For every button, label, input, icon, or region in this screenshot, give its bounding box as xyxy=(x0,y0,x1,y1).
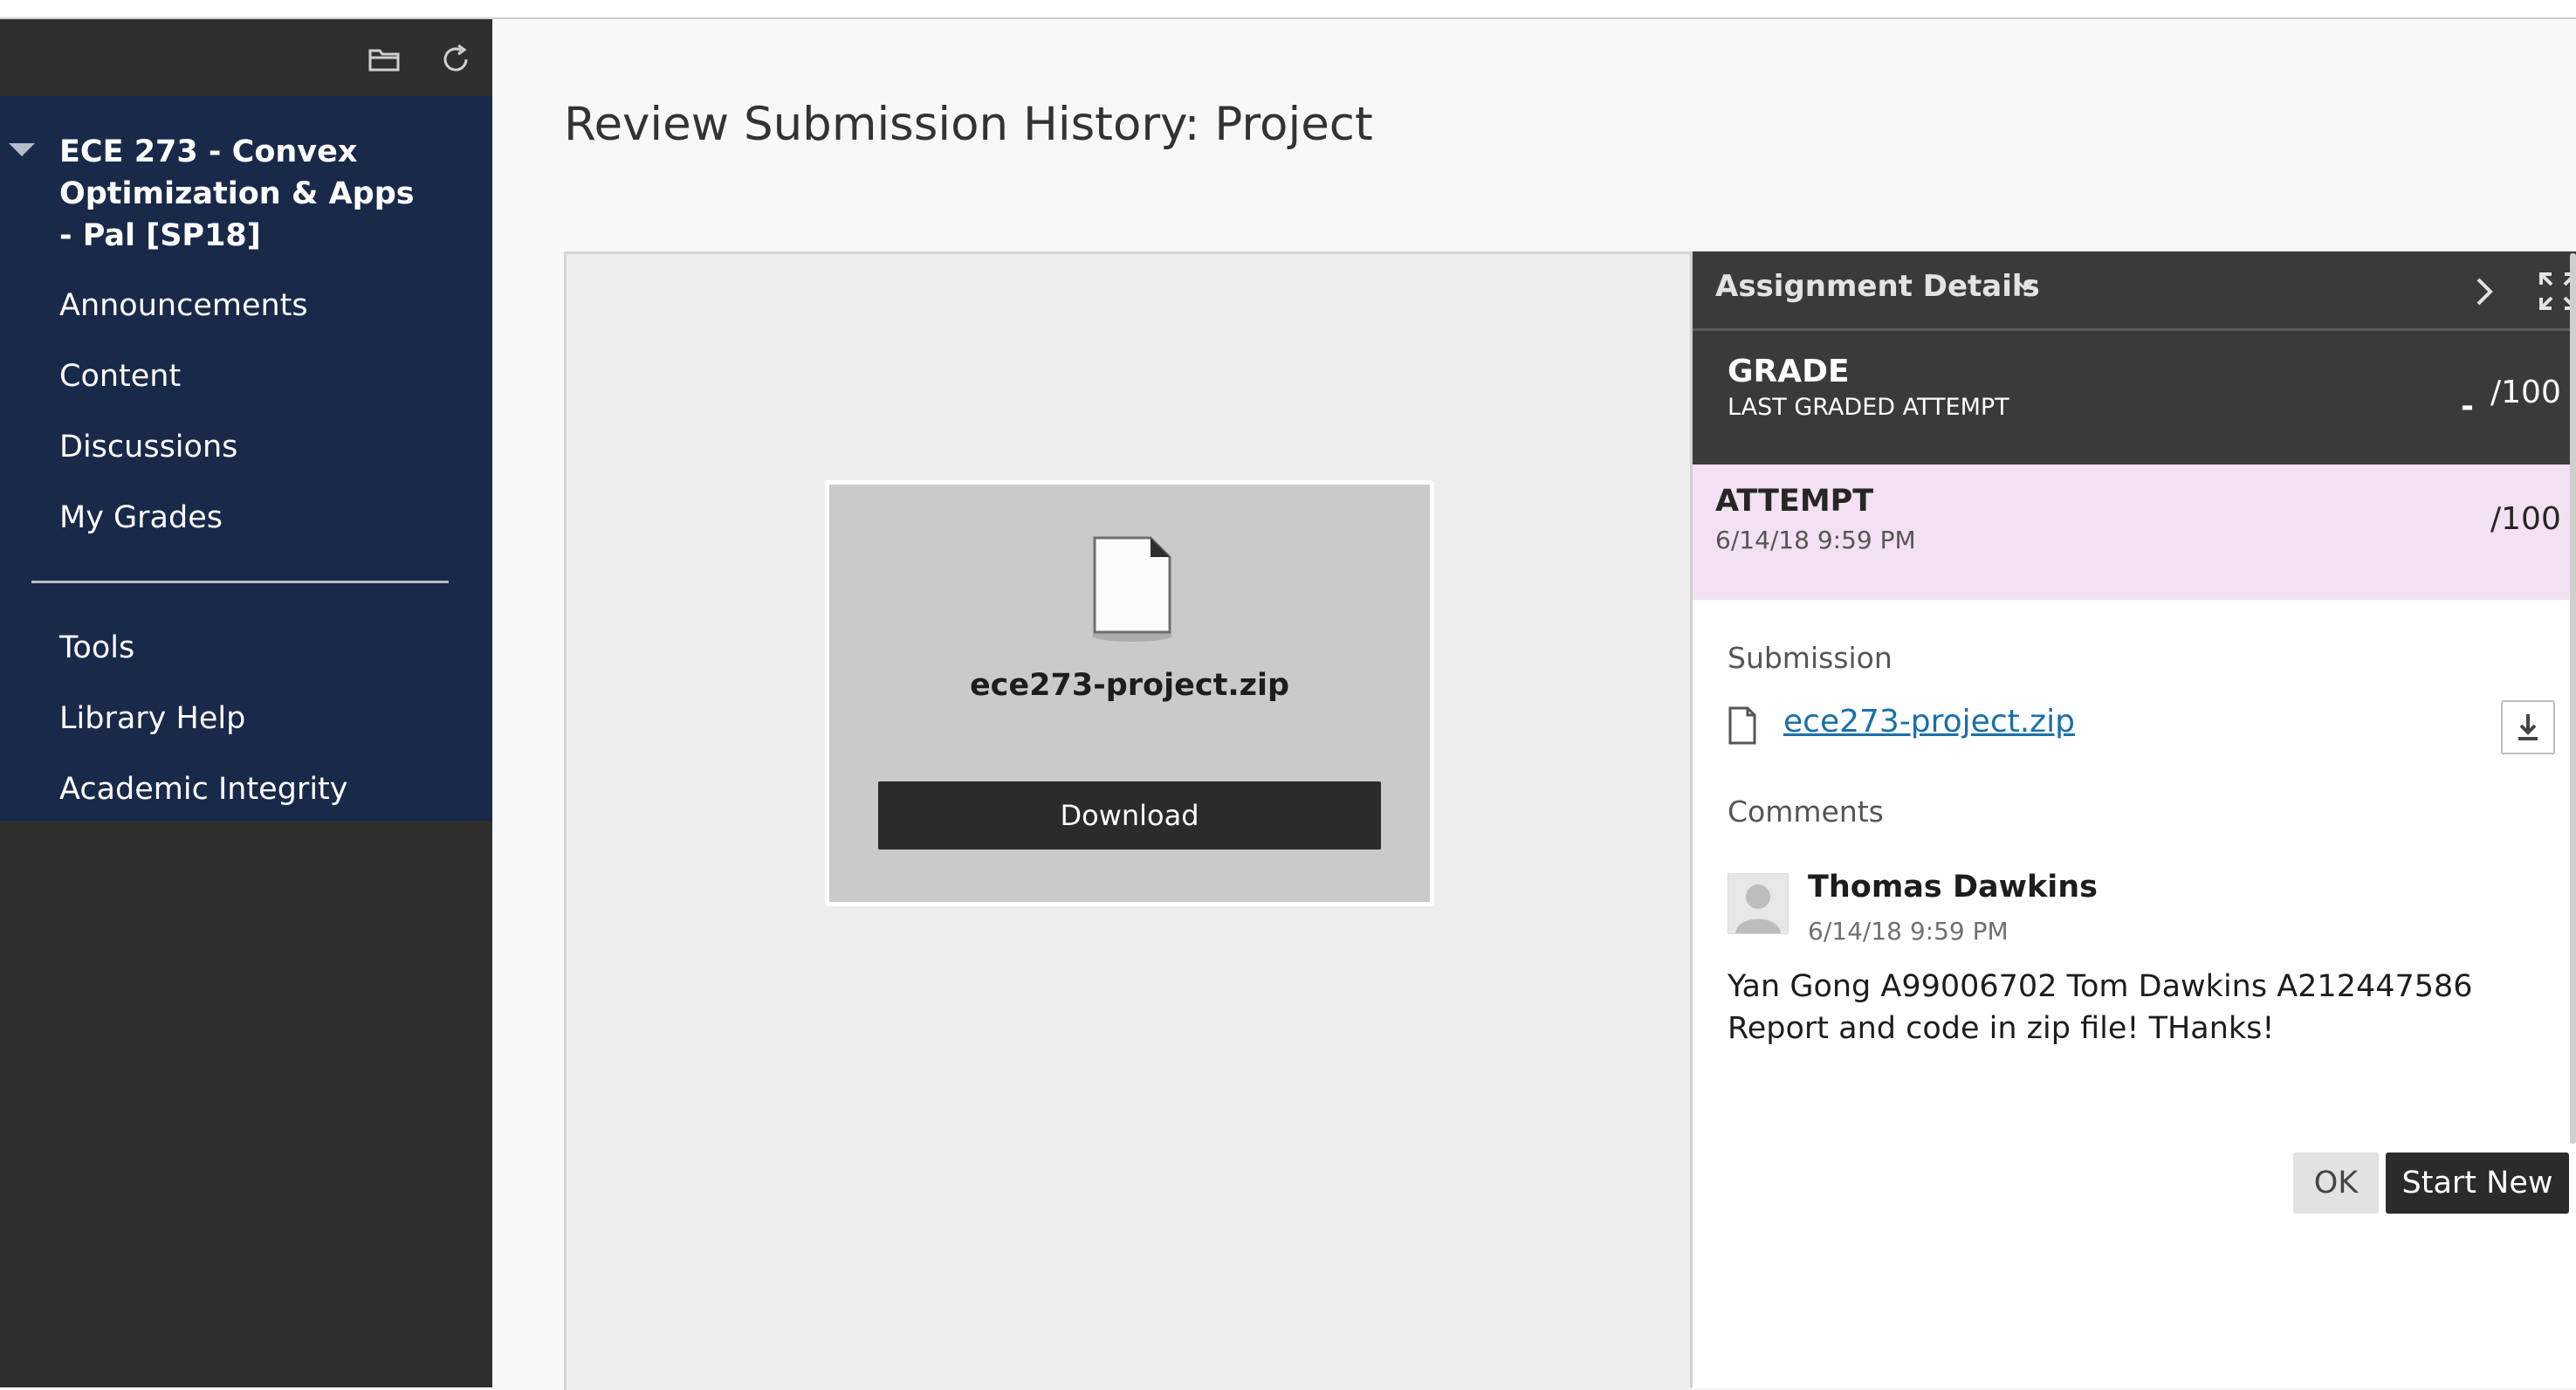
comment-date: 6/14/18 9:59 PM xyxy=(1808,917,2009,946)
grade-section: GRADE LAST GRADED ATTEMPT - /100 xyxy=(1693,331,2576,464)
start-new-button[interactable]: Start New xyxy=(2386,1153,2569,1214)
course-menu: ECE 273 - Convex Optimization & Apps - P… xyxy=(0,96,492,821)
sidebar-item-library-help[interactable]: Library Help xyxy=(59,698,245,740)
download-button[interactable]: Download xyxy=(878,781,1381,850)
top-bar xyxy=(0,0,2576,19)
collapse-caret-icon[interactable] xyxy=(9,143,35,156)
document-icon xyxy=(1084,533,1180,646)
attempt-out-of: /100 xyxy=(2490,501,2561,537)
comment-text: Yan Gong A99006702 Tom Dawkins A21244758… xyxy=(1728,969,2473,1046)
sidebar-item-discussions[interactable]: Discussions xyxy=(59,426,237,468)
grade-label: GRADE xyxy=(1728,354,1850,389)
refresh-icon[interactable] xyxy=(436,40,475,79)
details-header: Assignment Details xyxy=(1693,251,2576,331)
submission-file-link[interactable]: ece273-project.zip xyxy=(1783,704,2075,740)
download-icon[interactable] xyxy=(2501,700,2555,754)
grade-out-of: /100 xyxy=(2490,375,2561,410)
comment-author: Thomas Dawkins xyxy=(1808,870,2098,905)
avatar xyxy=(1728,873,1789,934)
attempt-row[interactable]: ATTEMPT 6/14/18 9:59 PM /100 xyxy=(1693,464,2576,600)
chevron-right-icon[interactable] xyxy=(2470,272,2499,311)
ok-button[interactable]: OK xyxy=(2293,1153,2379,1214)
sidebar-item-academic-integrity[interactable]: Academic Integrity xyxy=(59,768,347,810)
course-title[interactable]: ECE 273 - Convex Optimization & Apps - P… xyxy=(59,131,435,257)
submission-label: Submission xyxy=(1728,641,1893,675)
assignment-details-panel: Assignment Details GRADE LAST GRADED ATT… xyxy=(1690,251,2576,1387)
sidebar-item-announcements[interactable]: Announcements xyxy=(59,285,308,327)
course-sidebar: ECE 273 - Convex Optimization & Apps - P… xyxy=(0,19,492,1387)
sidebar-item-tools[interactable]: Tools xyxy=(59,627,134,669)
file-card: ece273-project.zip Download xyxy=(825,480,1434,906)
chevron-down-icon[interactable] xyxy=(2014,274,2037,297)
attempt-label: ATTEMPT xyxy=(1715,484,1874,519)
details-title[interactable]: Assignment Details xyxy=(1715,269,2040,304)
folder-icon[interactable] xyxy=(365,40,403,79)
sidebar-item-my-grades[interactable]: My Grades xyxy=(59,497,223,539)
comments-label: Comments xyxy=(1728,795,1884,829)
menu-divider xyxy=(31,581,449,583)
file-icon xyxy=(1728,705,1757,746)
page-title: Review Submission History: Project xyxy=(564,98,1373,151)
sidebar-item-content[interactable]: Content xyxy=(59,355,181,397)
grade-score: - xyxy=(2461,389,2474,424)
scrollbar[interactable] xyxy=(2570,253,2576,1144)
preview-file-name: ece273-project.zip xyxy=(969,668,1290,703)
attempt-date: 6/14/18 9:59 PM xyxy=(1715,526,1916,554)
grade-sub-label: LAST GRADED ATTEMPT xyxy=(1728,394,2009,421)
sidebar-toolbar xyxy=(0,19,492,96)
